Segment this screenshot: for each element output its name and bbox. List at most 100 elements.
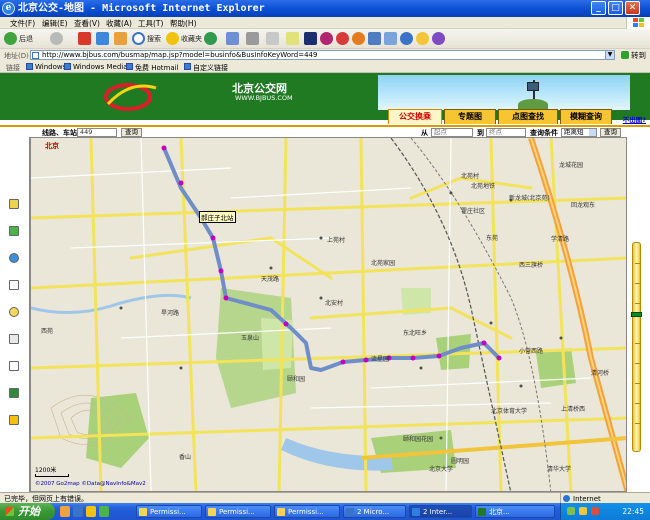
save-tool-icon[interactable] — [9, 388, 19, 398]
to-input[interactable]: 终点 — [486, 128, 526, 137]
quicklaunch-media-icon[interactable] — [86, 506, 96, 517]
ruler-tool-icon[interactable] — [9, 307, 19, 317]
addon-window-button[interactable] — [384, 31, 397, 46]
network-icon[interactable] — [567, 507, 575, 515]
stop-icon — [78, 32, 91, 45]
refresh-button[interactable] — [96, 31, 109, 46]
antivirus-icon[interactable] — [591, 507, 599, 515]
quicklaunch-app-icon[interactable] — [99, 506, 109, 517]
window-titlebar[interactable]: e 北京公交-地图 - Microsoft Internet Explorer … — [0, 0, 650, 17]
taskbar-clock: 22:45 — [622, 507, 644, 516]
menu-file[interactable]: 文件(F) — [10, 18, 35, 29]
no-map-link[interactable]: 不出图? — [623, 114, 646, 124]
links-bar: 链接 Windows Windows Media 免费 Hotmail 自定义链… — [0, 61, 650, 73]
edit-button[interactable] — [266, 31, 279, 46]
link-hotmail[interactable]: 免费 Hotmail — [135, 63, 179, 73]
zoom-slider[interactable] — [631, 242, 642, 452]
search-row: 线路、车站查询 449 查询 从 起点 到 终点 查询条件 距离短 查询 — [0, 125, 650, 137]
map-label: 龙城花园 — [559, 162, 584, 169]
addon-q-button[interactable] — [320, 31, 333, 46]
menu-view[interactable]: 查看(V) — [74, 18, 100, 29]
map-label: 北苑村 — [461, 173, 480, 180]
edit-page-icon — [266, 32, 279, 45]
map-copyright[interactable]: ©2007 Go2map ©Data@NavInfo&Mav2 — [35, 481, 146, 487]
back-button[interactable]: 后退 — [4, 31, 33, 46]
map-label: 颐和园花园 — [403, 436, 434, 443]
map-label: 香山 — [179, 454, 192, 461]
measure-tool-icon[interactable] — [9, 334, 19, 344]
transfer-search-button[interactable]: 查询 — [600, 128, 621, 137]
forward-arrow-icon — [50, 32, 63, 45]
stop-tooltip: 郝庄子北站 — [199, 211, 236, 223]
taskbar-item[interactable]: 北京... — [475, 505, 555, 518]
bus-route-map[interactable]: 北京 郝庄子北站 北苑村 龙城花园 北苑地铁 新龙城(北京苑) 回龙观东 霍庄社… — [30, 137, 627, 492]
history-button[interactable] — [204, 31, 217, 46]
taskbar-item[interactable]: Permissi... — [274, 505, 340, 518]
addon-yellow-button[interactable] — [416, 31, 429, 46]
condition-select[interactable]: 距离短 — [561, 128, 597, 137]
addon-record-button[interactable] — [336, 31, 349, 46]
zoom-in-tool-icon[interactable] — [9, 226, 19, 236]
site-logo-icon[interactable] — [102, 78, 162, 112]
home-button[interactable] — [114, 31, 127, 46]
addon-k-button[interactable] — [304, 31, 317, 46]
map-label: 北苑家园 — [371, 260, 396, 267]
taskbar-item[interactable]: Permissi... — [205, 505, 271, 518]
search-button[interactable]: 搜索 — [132, 31, 161, 46]
go-button[interactable]: 转到 — [621, 50, 646, 61]
favorites-button[interactable]: 收藏夹 — [166, 31, 202, 46]
address-dropdown-icon[interactable]: ▼ — [605, 50, 615, 60]
quicklaunch-desktop-icon[interactable] — [73, 506, 83, 517]
messenger-button[interactable] — [286, 31, 299, 46]
link-windows-media[interactable]: Windows Media — [73, 63, 128, 71]
taskbar-item-active[interactable]: 2 Inter... — [409, 505, 472, 518]
zoom-slider-handle[interactable] — [631, 312, 642, 317]
maximize-button[interactable]: □ — [608, 1, 623, 15]
quicklaunch-ie-icon[interactable] — [60, 506, 70, 517]
computer-icon — [368, 32, 381, 45]
taskbar-item[interactable]: Permissi... — [136, 505, 202, 518]
tab-fuzzy-search[interactable]: 模糊查询 — [560, 109, 612, 124]
stop-button[interactable] — [78, 31, 91, 46]
menu-favorites[interactable]: 收藏(A) — [106, 18, 132, 29]
volume-icon[interactable] — [579, 507, 587, 515]
history-icon — [204, 32, 217, 45]
print-tool-icon[interactable] — [9, 361, 19, 371]
route-search-button[interactable]: 查询 — [121, 128, 142, 137]
minimize-button[interactable]: _ — [591, 1, 606, 15]
print-button[interactable] — [246, 31, 259, 46]
map-label: 西三旗桥 — [519, 262, 544, 269]
from-input[interactable]: 起点 — [431, 128, 473, 137]
map-label: 上清桥西 — [561, 406, 586, 413]
forward-button[interactable] — [50, 31, 63, 46]
go-arrow-icon — [621, 51, 629, 59]
taskbar-item[interactable]: 2 Micro... — [343, 505, 406, 518]
route-search-input[interactable]: 449 — [77, 128, 117, 137]
menu-tools[interactable]: 工具(T) — [138, 18, 163, 29]
address-bar: 地址(D) http://www.bjbus.com/busmap/map.js… — [0, 49, 650, 61]
globe-tool-icon[interactable] — [9, 253, 19, 263]
addon-blue-button[interactable] — [400, 31, 413, 46]
mail-button[interactable] — [226, 31, 239, 46]
close-button[interactable]: ✕ — [625, 1, 640, 15]
page-icon — [32, 52, 39, 59]
start-button[interactable]: 开始 — [0, 503, 55, 520]
tab-point-search[interactable]: 点图查找 — [498, 109, 558, 124]
refresh-icon — [96, 32, 109, 45]
map-label: 学清路 — [551, 236, 570, 243]
map-label: 东苑 — [486, 235, 499, 242]
addon-o-button[interactable] — [352, 31, 365, 46]
menu-edit[interactable]: 编辑(E) — [42, 18, 68, 29]
tab-transfer[interactable]: 公交换乘 — [388, 109, 442, 124]
link-windows[interactable]: Windows — [35, 63, 66, 71]
bookmark-tool-icon[interactable] — [9, 415, 19, 425]
pan-tool-icon[interactable] — [9, 199, 19, 209]
windows-taskbar: 开始 Permissi... Permissi... Permissi... 2… — [0, 503, 650, 520]
addon-purple-button[interactable] — [432, 31, 445, 46]
tab-topic-map[interactable]: 专题图 — [444, 109, 496, 124]
link-customize[interactable]: 自定义链接 — [193, 63, 228, 73]
page-tool-icon[interactable] — [9, 280, 19, 290]
addon-computer-button[interactable] — [368, 31, 381, 46]
menu-help[interactable]: 帮助(H) — [170, 18, 197, 29]
address-input[interactable]: http://www.bjbus.com/busmap/map.jsp?mode… — [30, 50, 615, 60]
